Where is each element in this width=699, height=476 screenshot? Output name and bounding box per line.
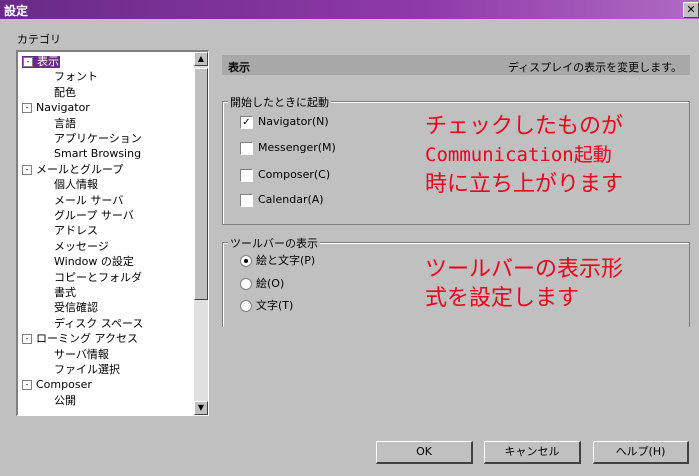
- close-icon[interactable]: ✕: [683, 2, 699, 18]
- annotation-line: ツールバーの表示形: [425, 257, 624, 282]
- tree-item-label: アドレス: [54, 224, 98, 238]
- toolbar-group-title: ツールバーの表示: [228, 235, 320, 251]
- scroll-down-icon[interactable]: ▼: [194, 401, 208, 415]
- collapse-icon[interactable]: -: [23, 57, 33, 67]
- tree-item[interactable]: - Navigator: [22, 102, 90, 114]
- collapse-icon[interactable]: -: [22, 103, 32, 114]
- tree-item[interactable]: - 表示: [22, 56, 60, 68]
- tree-item-label: ディスク スペース: [54, 316, 144, 330]
- tree-item-label: Smart Browsing: [54, 147, 142, 161]
- tree-item-label: メールとグループ: [36, 162, 124, 176]
- tree-item[interactable]: 受信確認: [54, 302, 98, 314]
- tree-item-label: アプリケーション: [54, 132, 142, 145]
- tree-item[interactable]: 言語: [54, 116, 76, 130]
- window-title: 設定: [4, 4, 29, 18]
- tree-item-label: サーバ情報: [54, 347, 109, 361]
- tree-item[interactable]: 書式: [54, 287, 76, 299]
- tree-item-label: メッセージ: [54, 239, 109, 253]
- tree-item-label: Navigator: [36, 101, 90, 115]
- tree-item-label: 受信確認: [54, 301, 98, 315]
- panel-description: ディスプレイの表示を変更します。: [507, 61, 682, 74]
- tree-item[interactable]: ファイル選択: [54, 364, 120, 376]
- collapse-icon[interactable]: -: [22, 380, 32, 391]
- tree-item-label: 配色: [54, 85, 76, 99]
- tree-item[interactable]: グループ サーバ: [54, 210, 134, 222]
- tree-item[interactable]: Window の設定: [54, 256, 134, 268]
- tree-item-label: ファイル選択: [54, 363, 120, 376]
- calendar-checkbox[interactable]: Calendar(A): [240, 193, 324, 207]
- tree-item[interactable]: フォント: [54, 71, 98, 83]
- annotation-toolbar-note: ツールバーの表示形 式を設定します: [425, 255, 623, 313]
- cancel-button[interactable]: キャンセル: [484, 441, 581, 464]
- panel-header: 表示 ディスプレイの表示を変更します。: [222, 55, 690, 75]
- help-button[interactable]: ヘルプ(H): [593, 441, 689, 464]
- tree-item-label: Window の設定: [54, 255, 134, 269]
- checkbox-box[interactable]: [240, 141, 253, 155]
- tree-item-label: 個人情報: [54, 178, 98, 192]
- tree-item-label: メール サーバ: [54, 193, 124, 207]
- tree-item[interactable]: 公開: [54, 393, 76, 407]
- annotation-line: Communication起動: [425, 144, 612, 166]
- tree-item-label: Composer: [36, 378, 92, 392]
- tree-item[interactable]: サーバ情報: [54, 347, 109, 361]
- radio-button[interactable]: [240, 300, 252, 312]
- collapse-icon[interactable]: -: [22, 164, 32, 175]
- collapse-icon[interactable]: -: [22, 334, 32, 345]
- startup-group-title: 開始したときに起動: [228, 94, 331, 110]
- tree-item[interactable]: - Composer: [22, 379, 92, 391]
- tree-item[interactable]: ディスク スペース: [54, 316, 144, 330]
- tree-item-label: フォント: [54, 70, 98, 84]
- checkbox-box[interactable]: [240, 193, 253, 207]
- tree-item-label: ローミング アクセス: [36, 332, 138, 346]
- annotation-line: 式を設定します: [425, 286, 580, 311]
- panel-title: 表示: [228, 61, 250, 74]
- checkbox-box[interactable]: [240, 168, 253, 182]
- category-tree[interactable]: - 表示 フォント 配色 - Navigator 言語 アプリケーション Smart Brows…: [16, 50, 209, 416]
- tree-item[interactable]: アプリケーション: [54, 133, 142, 145]
- scroll-up-icon[interactable]: ▲: [194, 52, 208, 66]
- radio-button[interactable]: [240, 255, 252, 267]
- composer-checkbox[interactable]: Composer(C): [240, 168, 330, 182]
- navigator-checkbox[interactable]: ✓ Navigator(N): [240, 115, 329, 129]
- tree-item[interactable]: 配色: [54, 85, 76, 99]
- tree-item[interactable]: コピーとフォルダ: [54, 270, 142, 284]
- tree-item-label: コピーとフォルダ: [54, 270, 142, 284]
- messenger-checkbox[interactable]: Messenger(M): [240, 141, 336, 155]
- tree-item[interactable]: Smart Browsing: [54, 148, 141, 160]
- tree-item[interactable]: アドレス: [54, 225, 98, 237]
- tree-item[interactable]: メッセージ: [54, 239, 109, 253]
- annotation-line: 時に立ち上がります: [425, 172, 624, 197]
- annotation-line: チェックしたものが: [425, 114, 624, 139]
- tree-item-label: 表示: [37, 55, 59, 68]
- scroll-thumb[interactable]: [194, 68, 208, 300]
- tree-scrollbar[interactable]: ▲ ▼: [194, 52, 208, 415]
- tree-item[interactable]: - ローミング アクセス: [22, 333, 138, 345]
- tree-item[interactable]: 個人情報: [54, 179, 98, 191]
- tree-item-label: 書式: [54, 286, 76, 299]
- title-bar: 設定 ✕: [0, 0, 699, 19]
- picture-only-radio[interactable]: 絵(O): [240, 275, 284, 291]
- tree-item-label: 言語: [54, 116, 76, 130]
- tree-item-label: 公開: [54, 393, 76, 407]
- annotation-checkbox-note: チェックしたものが Communication起動 時に立ち上がります: [425, 112, 623, 199]
- tree-item-label: グループ サーバ: [54, 209, 134, 222]
- category-label: カテゴリ: [17, 33, 61, 46]
- checkbox-box[interactable]: ✓: [240, 115, 253, 129]
- ok-button[interactable]: OK: [376, 441, 473, 464]
- radio-button[interactable]: [240, 278, 252, 290]
- picture-and-text-radio[interactable]: 絵と文字(P): [240, 252, 315, 268]
- tree-item[interactable]: - メールとグループ: [22, 162, 124, 176]
- text-only-radio[interactable]: 文字(T): [240, 297, 293, 313]
- tree-item[interactable]: メール サーバ: [54, 193, 124, 207]
